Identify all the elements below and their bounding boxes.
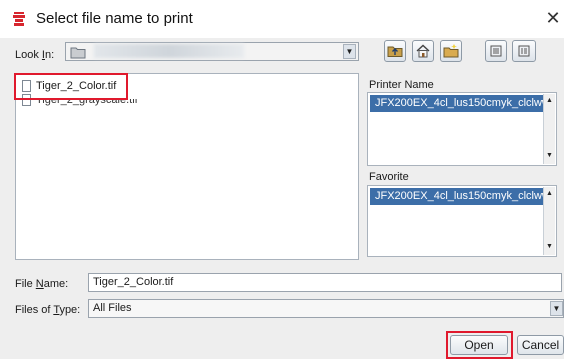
favorite-selected-item[interactable]: JFX200EX_4cl_lus150cmyk_clclww	[370, 188, 546, 205]
new-folder-button[interactable]	[440, 40, 462, 62]
up-folder-button[interactable]	[384, 40, 406, 62]
chevron-down-icon[interactable]: ▼	[550, 301, 563, 316]
details-view-button[interactable]	[512, 40, 536, 62]
scroll-up-arrow-icon[interactable]: ▲	[544, 95, 555, 107]
printer-scrollbar[interactable]: ▲ ▼	[543, 94, 555, 164]
files-of-type-label: Files of Type:	[15, 304, 81, 316]
cancel-button[interactable]: Cancel	[517, 335, 564, 355]
favorite-scrollbar[interactable]: ▲ ▼	[543, 187, 555, 255]
highlight-box	[14, 73, 128, 100]
scroll-up-arrow-icon[interactable]: ▲	[544, 188, 555, 200]
new-folder-icon	[443, 44, 459, 58]
favorite-label: Favorite	[369, 171, 409, 183]
file-name-field[interactable]: Tiger_2_Color.tif	[88, 273, 562, 292]
favorite-list[interactable]: JFX200EX_4cl_lus150cmyk_clclww ▲ ▼	[367, 185, 557, 257]
file-list[interactable]: Tiger_2_Color.tif Tiger_2_grayscale.tif	[15, 73, 359, 260]
list-view-button[interactable]	[485, 40, 507, 62]
up-folder-icon	[387, 46, 403, 57]
printer-name-list[interactable]: JFX200EX_4cl_lus150cmyk_clclww ▲ ▼	[367, 92, 557, 166]
look-in-path-blurred	[94, 44, 244, 58]
app-icon	[12, 11, 26, 27]
home-icon	[416, 44, 430, 58]
close-icon[interactable]: ✕	[543, 7, 563, 29]
scroll-down-arrow-icon[interactable]: ▼	[544, 241, 555, 253]
folder-icon	[70, 47, 86, 59]
printer-selected-item[interactable]: JFX200EX_4cl_lus150cmyk_clclww	[370, 95, 546, 112]
scroll-down-arrow-icon[interactable]: ▼	[544, 150, 555, 162]
chevron-down-icon[interactable]: ▼	[343, 44, 356, 59]
look-in-combo[interactable]: ▼	[65, 42, 359, 61]
list-view-icon	[490, 45, 502, 57]
file-name-label: File Name:	[15, 278, 69, 290]
printer-name-label: Printer Name	[369, 79, 434, 91]
title-bar: Select file name to print ✕	[0, 0, 564, 38]
home-button[interactable]	[412, 40, 434, 62]
window-title: Select file name to print	[36, 10, 193, 27]
highlight-box	[446, 331, 513, 359]
files-of-type-value: All Files	[93, 302, 132, 314]
look-in-label: Look In:	[15, 49, 55, 61]
files-of-type-combo[interactable]: All Files ▼	[88, 299, 564, 318]
details-view-icon	[518, 45, 530, 57]
